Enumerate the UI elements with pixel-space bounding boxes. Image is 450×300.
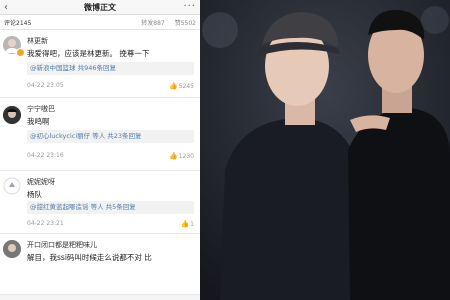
reposts-count-tab[interactable]: 转发887 (141, 18, 164, 27)
comment-time: 04-22 23:05 (27, 82, 64, 89)
avatar[interactable] (3, 177, 21, 195)
avatar[interactable] (3, 106, 21, 124)
comment-item: 妮妮妮呀 杨队 @甜红黄蓝起哪造谣 等人 共5条回复 04-22 23:21 👍… (0, 171, 200, 234)
thumb-up-icon: 👍 (169, 82, 178, 90)
comment-time: 04-22 23:16 (27, 152, 64, 159)
comments-count-tab[interactable]: 评论2145 (4, 18, 141, 27)
like-button[interactable]: 👍5245 (169, 82, 194, 90)
likes-count-tab[interactable]: 赞5502 (175, 18, 196, 27)
thumb-up-icon: 👍 (180, 220, 190, 228)
comment-time: 04-22 23:21 (27, 220, 64, 227)
like-count: 1230 (178, 153, 194, 160)
comment-username[interactable]: 宁宁嗷巴 (27, 104, 55, 114)
photo-two-people (200, 0, 450, 300)
weibo-post-screenshot: ‹ 微博正文 ··· 评论2145 转发887 赞5502 林更新 我爱得吧，应… (0, 0, 200, 300)
photo-image (200, 0, 450, 300)
comment-item: 宁宁嗷巴 我鸣啊 @初心luckycici丽仔 等人 共23条回复 04-22 … (0, 98, 200, 171)
top-bar: ‹ 微博正文 ··· (0, 0, 200, 15)
comment-text: 我爱得吧，应该是林更新。 挽尊一下 (27, 49, 150, 58)
reply-preview[interactable]: @甜红黄蓝起哪造谣 等人 共5条回复 (27, 201, 194, 214)
comment-username[interactable]: 林更新 (27, 36, 48, 46)
like-button[interactable]: 👍1230 (169, 152, 194, 160)
like-button[interactable]: 👍1 (180, 220, 194, 228)
thumb-up-icon: 👍 (169, 152, 178, 160)
comment-username[interactable]: 开口闭口都是粑粑味儿 (27, 240, 97, 250)
reply-preview[interactable]: @新浪中国篮球 共946条回复 (27, 62, 194, 75)
avatar[interactable] (3, 240, 21, 258)
stats-bar: 评论2145 转发887 赞5502 (0, 15, 200, 30)
comment-text: 我鸣啊 (27, 117, 50, 126)
comment-item: 林更新 我爱得吧，应该是林更新。 挽尊一下 @新浪中国篮球 共946条回复 04… (0, 30, 200, 98)
more-dots-icon[interactable]: ··· (183, 1, 196, 12)
verified-badge-icon (16, 48, 25, 57)
page-title: 微博正文 (84, 2, 116, 12)
comment-item: 开口闭口都是粑粑味儿 解目，我ssi码叫时候走么说都不对 比 (0, 234, 200, 295)
comment-text: 杨队 (27, 190, 42, 199)
comment-text: 解目，我ssi码叫时候走么说都不对 比 (27, 253, 152, 262)
reply-preview[interactable]: @初心luckycici丽仔 等人 共23条回复 (27, 130, 194, 143)
comment-username[interactable]: 妮妮妮呀 (27, 177, 55, 187)
like-count: 5245 (178, 83, 194, 90)
like-count: 1 (190, 221, 194, 228)
back-arrow-icon[interactable]: ‹ (4, 2, 8, 13)
